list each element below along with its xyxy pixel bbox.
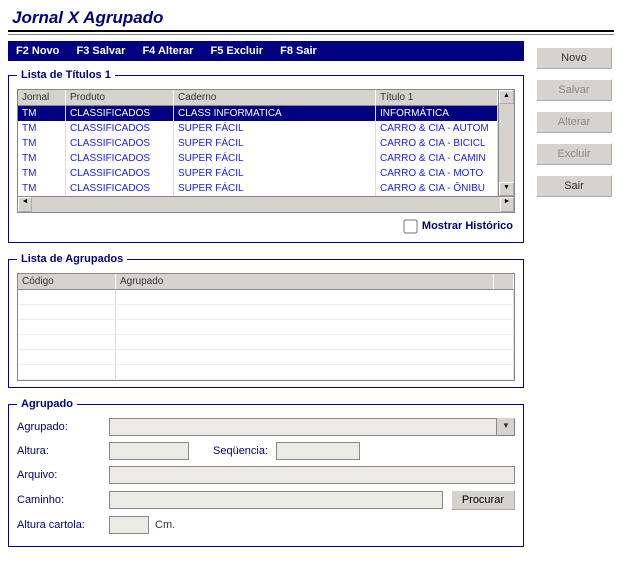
novo-button[interactable]: Novo: [536, 47, 612, 69]
cell-jornal: TM: [18, 151, 66, 166]
cell-produto: CLASSIFICADOS: [66, 166, 174, 181]
agrupados-fieldset: Lista de Agrupados Código Agrupado: [8, 253, 524, 388]
cell-caderno: SUPER FÁCIL: [174, 136, 376, 151]
mostrar-historico-label: Mostrar Histórico: [422, 220, 513, 232]
cell-titulo: CARRO & CIA - ÔNIBU: [376, 181, 498, 196]
titulos-hscroll[interactable]: ◄ ►: [18, 196, 514, 212]
titulos-legend: Lista de Títulos 1: [17, 69, 115, 81]
col-jornal[interactable]: Jornal: [18, 90, 66, 106]
agrupados-grid[interactable]: Código Agrupado: [17, 273, 515, 381]
cell-produto: CLASSIFICADOS: [66, 106, 174, 121]
table-row[interactable]: TMCLASSIFICADOSSUPER FÁCILCARRO & CIA - …: [18, 151, 498, 166]
side-buttons: Novo Salvar Alterar Excluir Sair: [536, 41, 614, 557]
menu-novo[interactable]: F2 Novo: [16, 45, 59, 57]
cell-titulo: CARRO & CIA - MOTO: [376, 166, 498, 181]
table-row[interactable]: [18, 320, 514, 335]
table-row[interactable]: TMCLASSIFICADOSCLASS INFORMATICAINFORMÁT…: [18, 106, 498, 121]
cell-caderno: SUPER FÁCIL: [174, 181, 376, 196]
unit-cm: Cm.: [155, 519, 175, 531]
cell-titulo: CARRO & CIA - BICICL: [376, 136, 498, 151]
altura-input[interactable]: [109, 442, 189, 460]
label-altura-cartola: Altura cartola:: [17, 519, 109, 531]
sequencia-input[interactable]: [276, 442, 360, 460]
table-row[interactable]: [18, 305, 514, 320]
label-caminho: Caminho:: [17, 494, 109, 506]
table-row[interactable]: [18, 350, 514, 365]
table-row[interactable]: TMCLASSIFICADOSSUPER FÁCILCARRO & CIA - …: [18, 136, 498, 151]
mostrar-historico[interactable]: Mostrar Histórico: [400, 220, 513, 232]
col-agrupado[interactable]: Agrupado: [116, 274, 494, 290]
cell-jornal: TM: [18, 166, 66, 181]
sair-button[interactable]: Sair: [536, 175, 612, 197]
cell-produto: CLASSIFICADOS: [66, 151, 174, 166]
chevron-down-icon[interactable]: ▼: [497, 418, 515, 436]
agrupados-body: [18, 290, 514, 380]
arquivo-input[interactable]: [109, 466, 515, 484]
agrupado-legend: Agrupado: [17, 398, 77, 410]
agrupado-input[interactable]: [109, 418, 497, 436]
table-row[interactable]: [18, 290, 514, 305]
col-codigo[interactable]: Código: [18, 274, 116, 290]
cell-caderno: CLASS INFORMATICA: [174, 106, 376, 121]
table-row[interactable]: TMCLASSIFICADOSSUPER FÁCILCARRO & CIA - …: [18, 181, 498, 196]
altura-cartola-input[interactable]: [109, 516, 149, 534]
cell-produto: CLASSIFICADOS: [66, 136, 174, 151]
salvar-button[interactable]: Salvar: [536, 79, 612, 101]
cell-produto: CLASSIFICADOS: [66, 181, 174, 196]
label-arquivo: Arquivo:: [17, 469, 109, 481]
cell-jornal: TM: [18, 106, 66, 121]
agrupado-combo[interactable]: ▼: [109, 418, 515, 436]
col-produto[interactable]: Produto: [66, 90, 174, 106]
scroll-up-icon[interactable]: ▲: [499, 90, 514, 104]
alterar-button[interactable]: Alterar: [536, 111, 612, 133]
label-altura: Altura:: [17, 445, 109, 457]
titulos-fieldset: Lista de Títulos 1 Jornal Produto Cadern…: [8, 69, 524, 243]
menubar: F2 Novo F3 Salvar F4 Alterar F5 Excluir …: [8, 41, 524, 61]
menu-sair[interactable]: F8 Sair: [280, 45, 317, 57]
col-caderno[interactable]: Caderno: [174, 90, 376, 106]
cell-produto: CLASSIFICADOS: [66, 121, 174, 136]
cell-jornal: TM: [18, 136, 66, 151]
cell-caderno: SUPER FÁCIL: [174, 166, 376, 181]
cell-jornal: TM: [18, 181, 66, 196]
cell-titulo: INFORMÁTICA: [376, 106, 498, 121]
menu-excluir[interactable]: F5 Excluir: [210, 45, 263, 57]
cell-jornal: TM: [18, 121, 66, 136]
excluir-button[interactable]: Excluir: [536, 143, 612, 165]
table-row[interactable]: [18, 335, 514, 350]
table-row[interactable]: TMCLASSIFICADOSSUPER FÁCILCARRO & CIA - …: [18, 166, 498, 181]
cell-caderno: SUPER FÁCIL: [174, 151, 376, 166]
label-agrupado: Agrupado:: [17, 421, 109, 433]
menu-alterar[interactable]: F4 Alterar: [142, 45, 193, 57]
titulos-grid[interactable]: Jornal Produto Caderno Título 1 TMCLASSI…: [17, 89, 515, 213]
table-row[interactable]: TMCLASSIFICADOSSUPER FÁCILCARRO & CIA - …: [18, 121, 498, 136]
titulos-vscroll[interactable]: ▲ ▼: [498, 90, 514, 196]
cell-titulo: CARRO & CIA - AUTOM: [376, 121, 498, 136]
cell-titulo: CARRO & CIA - CAMIN: [376, 151, 498, 166]
procurar-button[interactable]: Procurar: [451, 490, 515, 510]
table-row[interactable]: [18, 365, 514, 380]
cell-caderno: SUPER FÁCIL: [174, 121, 376, 136]
menu-salvar[interactable]: F3 Salvar: [76, 45, 125, 57]
label-sequencia: Seqüencia:: [213, 445, 268, 457]
page-title: Jornal X Agrupado: [12, 8, 614, 28]
col-spacer: [494, 274, 514, 290]
col-titulo[interactable]: Título 1: [376, 90, 498, 106]
scroll-right-icon[interactable]: ►: [500, 197, 514, 212]
divider-thick: [8, 30, 614, 32]
agrupados-legend: Lista de Agrupados: [17, 253, 127, 265]
divider-thin: [8, 34, 614, 35]
caminho-input[interactable]: [109, 491, 443, 509]
mostrar-historico-checkbox[interactable]: [403, 219, 417, 233]
scroll-down-icon[interactable]: ▼: [499, 182, 514, 196]
agrupado-form: Agrupado Agrupado: ▼ Altura: Seqüencia: …: [8, 398, 524, 547]
scroll-left-icon[interactable]: ◄: [18, 197, 32, 212]
